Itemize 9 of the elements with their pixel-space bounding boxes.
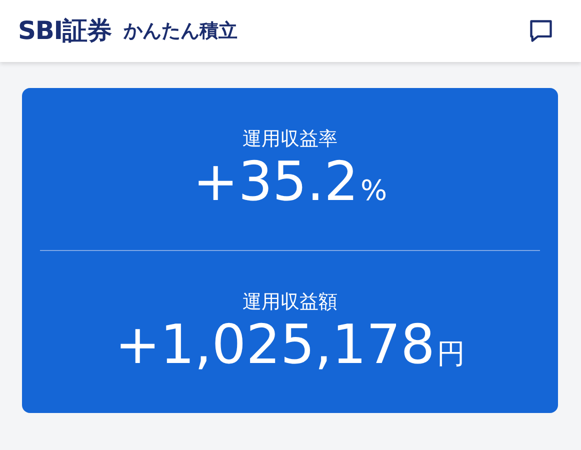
metric-unit: %: [360, 176, 388, 204]
metric-unit: 円: [437, 340, 466, 368]
metric-value: +1,025,178: [114, 318, 436, 372]
metric-label: 運用収益額: [242, 292, 338, 312]
chat-icon[interactable]: [527, 17, 555, 45]
metric-value: +35.2: [192, 154, 358, 208]
metric-label: 運用収益率: [242, 130, 338, 148]
logo: SBI証券: [18, 15, 112, 48]
app-title: かんたん積立: [123, 18, 238, 44]
